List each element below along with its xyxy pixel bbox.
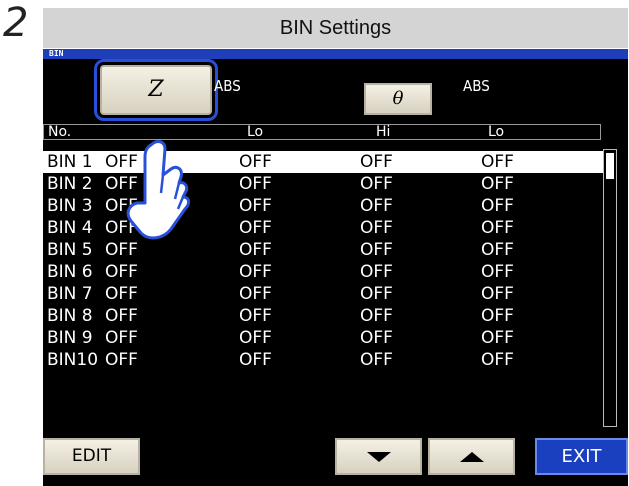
up-arrow-icon: [459, 451, 484, 462]
exit-button[interactable]: EXIT: [535, 438, 628, 475]
header-lo-1: Lo: [247, 124, 264, 140]
theta-lo-value: OFF: [360, 152, 393, 172]
header-no: No.: [48, 124, 72, 140]
pointing-hand-icon: [126, 140, 191, 240]
theta-hi-value: OFF: [481, 240, 514, 260]
bin-label: BIN 6: [47, 262, 93, 282]
header-lo-2: Lo: [488, 124, 505, 140]
z-hi-value: OFF: [239, 350, 272, 370]
z-lo-value: OFF: [105, 328, 138, 348]
table-row[interactable]: BIN 7 OFF OFF OFF OFF: [43, 283, 603, 305]
edit-button[interactable]: EDIT: [43, 438, 140, 475]
theta-hi-value: OFF: [481, 152, 514, 172]
theta-hi-value: OFF: [481, 306, 514, 326]
theta-lo-value: OFF: [360, 218, 393, 238]
bin-label: BIN 8: [47, 306, 93, 326]
z-hi-value: OFF: [239, 284, 272, 304]
down-arrow-icon: [366, 451, 391, 462]
theta-hi-value: OFF: [481, 196, 514, 216]
screen-header-bar: BIN: [43, 49, 628, 59]
bin-label: BIN 2: [47, 174, 93, 194]
theta-lo-value: OFF: [360, 196, 393, 216]
z-hi-value: OFF: [239, 328, 272, 348]
instrument-screen: BIN Z ABS θ ABS No. Lo Hi Lo BIN 1 OFF O…: [43, 49, 628, 486]
table-row[interactable]: BIN10 OFF OFF OFF OFF: [43, 349, 603, 371]
param2-theta-button[interactable]: θ: [364, 83, 432, 115]
scroll-down-button[interactable]: [335, 438, 422, 475]
table-row[interactable]: BIN 6 OFF OFF OFF OFF: [43, 261, 603, 283]
z-hi-value: OFF: [239, 174, 272, 194]
theta-lo-value: OFF: [360, 306, 393, 326]
table-row[interactable]: BIN 8 OFF OFF OFF OFF: [43, 305, 603, 327]
z-lo-value: OFF: [105, 306, 138, 326]
theta-lo-value: OFF: [360, 328, 393, 348]
theta-lo-value: OFF: [360, 174, 393, 194]
bin-label: BIN 7: [47, 284, 93, 304]
bin-label: BIN 4: [47, 218, 93, 238]
theta-lo-value: OFF: [360, 262, 393, 282]
bin-label: BIN 1: [47, 152, 93, 172]
scroll-up-button[interactable]: [428, 438, 515, 475]
z-hi-value: OFF: [239, 306, 272, 326]
z-hi-value: OFF: [239, 218, 272, 238]
z-lo-value: OFF: [105, 350, 138, 370]
table-row[interactable]: BIN 9 OFF OFF OFF OFF: [43, 327, 603, 349]
z-hi-value: OFF: [239, 196, 272, 216]
page-title: BIN Settings: [279, 17, 392, 39]
param2-mode-label: ABS: [463, 77, 490, 95]
bin-label: BIN 5: [47, 240, 93, 260]
theta-hi-value: OFF: [481, 284, 514, 304]
step-number: 2: [3, 0, 29, 46]
screen-tag: BIN: [49, 49, 64, 58]
theta-hi-value: OFF: [481, 218, 514, 238]
header-hi: Hi: [376, 124, 391, 140]
z-lo-value: OFF: [105, 262, 138, 282]
scrollbar-thumb[interactable]: [606, 153, 614, 179]
theta-hi-value: OFF: [481, 262, 514, 282]
theta-lo-value: OFF: [360, 284, 393, 304]
theta-hi-value: OFF: [481, 328, 514, 348]
param1-z-button[interactable]: Z: [94, 59, 218, 121]
z-hi-value: OFF: [239, 262, 272, 282]
bin-label: BIN10: [47, 350, 99, 370]
bin-label: BIN 3: [47, 196, 93, 216]
theta-lo-value: OFF: [360, 240, 393, 260]
title-bar: BIN Settings: [43, 8, 628, 51]
z-hi-value: OFF: [239, 152, 272, 172]
theta-lo-value: OFF: [360, 350, 393, 370]
z-lo-value: OFF: [105, 284, 138, 304]
z-hi-value: OFF: [239, 240, 272, 260]
table-scrollbar[interactable]: [603, 149, 617, 427]
bin-label: BIN 9: [47, 328, 93, 348]
param1-mode-label: ABS: [214, 77, 241, 95]
theta-hi-value: OFF: [481, 350, 514, 370]
theta-hi-value: OFF: [481, 174, 514, 194]
